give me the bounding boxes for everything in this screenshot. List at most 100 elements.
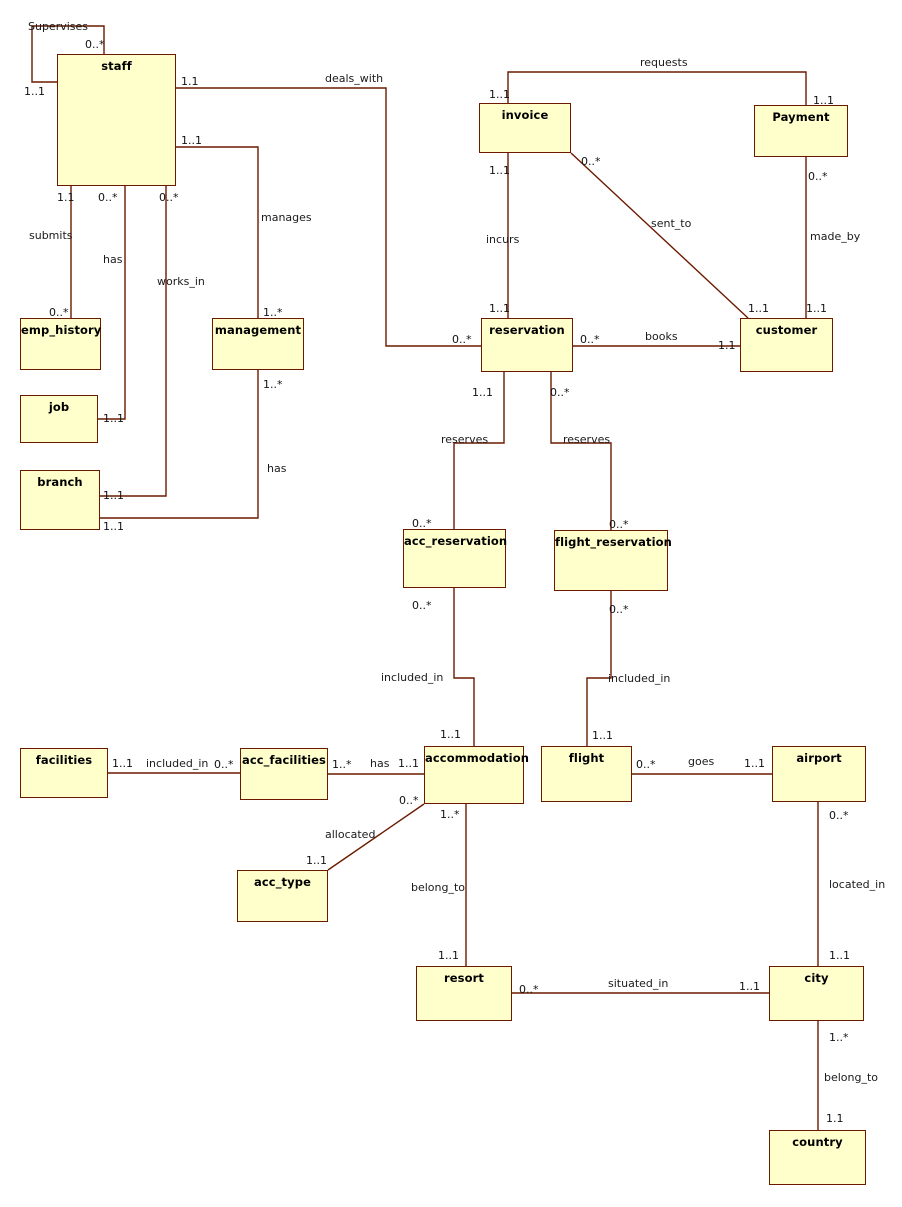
entity-acc_type[interactable]: acc_type	[237, 870, 328, 922]
relationship-label-situated_in: situated_in	[608, 977, 669, 990]
cardinality-c-pay-made: 0..*	[808, 170, 828, 183]
relationship-label-has-staff-job: has	[103, 253, 123, 266]
connector-staff-works-in	[100, 186, 167, 497]
er-diagram-canvas: staff emp_historyjob branch management invoi…	[0, 0, 902, 1207]
entity-facilities[interactable]: facilities	[20, 748, 108, 798]
connector-invoice-sent-to	[570, 152, 749, 319]
cardinality-c-res-books: 0..*	[580, 333, 600, 346]
relationship-label-included_in-fac: included_in	[146, 757, 209, 770]
relationship-label-requests: requests	[640, 56, 688, 69]
entity-staff[interactable]: staff	[57, 54, 176, 186]
cardinality-c-res-accres: 1..1	[472, 386, 493, 399]
cardinality-c-city-top: 1..1	[829, 949, 850, 962]
cardinality-c-inv-sent: 0..*	[581, 155, 601, 168]
cardinality-c-res-inv: 1..1	[489, 302, 510, 315]
relationship-label-reserves-flight: reserves	[563, 433, 611, 446]
relationship-label-supervises: Supervises	[28, 20, 89, 33]
entity-country[interactable]: country	[769, 1130, 866, 1185]
entity-acc_facilities[interactable]: acc_facilities	[240, 748, 328, 800]
cardinality-c-flight-right: 0..*	[636, 758, 656, 771]
cardinality-c-branch-works: 1..1	[103, 489, 124, 502]
cardinality-c-accfac-left: 0..*	[214, 758, 234, 771]
relationship-label-sent_to: sent_to	[651, 217, 692, 230]
entity-branch[interactable]: branch	[20, 470, 100, 530]
cardinality-c-cust-books: 1.1	[718, 339, 736, 352]
entity-reservation[interactable]: reservation	[481, 318, 573, 372]
cardinality-c-city-left: 1..1	[739, 980, 760, 993]
cardinality-c-sup-many: 0..*	[85, 38, 105, 51]
cardinality-c-fltres-bot: 0..*	[609, 603, 629, 616]
relationship-label-has-mgmt-branch: has	[267, 462, 287, 475]
entity-flight_reservation[interactable]: flight_reservation	[554, 530, 672, 591]
cardinality-c-pay-req: 1..1	[813, 94, 834, 107]
relationship-label-deals_with: deals_with	[325, 72, 384, 85]
connector-accres-included-in	[453, 588, 475, 746]
cardinality-c-airport-left: 1..1	[744, 757, 765, 770]
relationship-label-manages: manages	[261, 211, 312, 224]
relationship-label-made_by: made_by	[810, 230, 861, 243]
cardinality-c-inv-req: 1..1	[489, 88, 510, 101]
cardinality-c-fac-right: 1..1	[112, 757, 133, 770]
entity-acc_reservation[interactable]: acc_reservation	[403, 529, 507, 588]
cardinality-c-fltres-top: 0..*	[609, 518, 629, 531]
entity-emp_history[interactable]: emp_history	[20, 318, 101, 370]
cardinality-c-accom-top: 1..1	[440, 728, 461, 741]
cardinality-c-mgmt-top: 1..*	[263, 306, 283, 319]
cardinality-c-resort-top: 1..1	[438, 949, 459, 962]
cardinality-c-staff-mgmt: 1..1	[181, 134, 202, 147]
entity-city[interactable]: city	[769, 966, 864, 1021]
entity-flight[interactable]: flight	[541, 746, 632, 802]
entity-job[interactable]: job	[20, 395, 98, 443]
relationship-label-included_in-acc: included_in	[381, 671, 444, 684]
cardinality-c-staff-branch: 0..*	[159, 191, 179, 204]
cardinality-c-emph: 0..*	[49, 306, 69, 319]
connector-invoice-requests	[507, 71, 807, 105]
entity-resort[interactable]: resort	[416, 966, 512, 1021]
relationship-label-books: books	[645, 330, 678, 343]
cardinality-c-res-left: 0..*	[452, 333, 472, 346]
relationship-label-allocated: allocated	[325, 828, 376, 841]
relationship-label-submits: submits	[29, 229, 73, 242]
cardinality-c-job: 1..1	[103, 412, 124, 425]
cardinality-c-accom-bel: 1..*	[440, 808, 460, 821]
entity-customer[interactable]: customer	[740, 318, 833, 372]
cardinality-c-sup-one: 1..1	[24, 85, 45, 98]
cardinality-c-accom-left: 1..1	[398, 757, 419, 770]
cardinality-c-staff-job: 0..*	[98, 191, 118, 204]
connector-staff-has-job	[98, 186, 126, 420]
entity-airport[interactable]: airport	[772, 746, 866, 802]
relationship-label-located_in: located_in	[829, 878, 886, 891]
entity-accommodation[interactable]: accommodation	[424, 746, 529, 804]
cardinality-c-cust-made: 1..1	[806, 302, 827, 315]
cardinality-c-res-fltres: 0..*	[550, 386, 570, 399]
relationship-label-belong_to-acc: belong_to	[411, 881, 466, 894]
relationship-label-works_in: works_in	[157, 275, 205, 288]
cardinality-c-country-top: 1.1	[826, 1112, 844, 1125]
cardinality-c-airport-bot: 0..*	[829, 809, 849, 822]
cardinality-c-staff-sub: 1.1	[57, 191, 75, 204]
relationship-label-has-accfac: has	[370, 757, 390, 770]
cardinality-c-flight-top: 1..1	[592, 729, 613, 742]
cardinality-c-acctype: 1..1	[306, 854, 327, 867]
cardinality-c-staff-deals: 1.1	[181, 75, 199, 88]
relationship-label-belong_to-city: belong_to	[824, 1071, 879, 1084]
connector-fltres-included-in	[586, 591, 612, 746]
cardinality-c-city-bot: 1..*	[829, 1031, 849, 1044]
entity-payment[interactable]: Payment	[754, 105, 848, 157]
connector-staff-deals-with	[176, 87, 481, 347]
relationship-label-incurs: incurs	[486, 233, 520, 246]
relationship-label-goes: goes	[688, 755, 715, 768]
entity-management[interactable]: management	[212, 318, 304, 370]
cardinality-c-branch-has: 1..1	[103, 520, 124, 533]
relationship-label-included_in-flt: included_in	[608, 672, 671, 685]
cardinality-c-accfac-right: 1..*	[332, 758, 352, 771]
entity-invoice[interactable]: invoice	[479, 103, 571, 153]
cardinality-c-accres-top: 0..*	[412, 517, 432, 530]
cardinality-c-cust-sent: 1..1	[748, 302, 769, 315]
cardinality-c-inv-res: 1..1	[489, 164, 510, 177]
cardinality-c-accres-bot: 0..*	[412, 599, 432, 612]
relationship-label-reserves-acc: reserves	[441, 433, 489, 446]
cardinality-c-resort-right: 0..*	[519, 983, 539, 996]
cardinality-c-accom-alloc: 0..*	[399, 794, 419, 807]
cardinality-c-mgmt-bot: 1..*	[263, 378, 283, 391]
